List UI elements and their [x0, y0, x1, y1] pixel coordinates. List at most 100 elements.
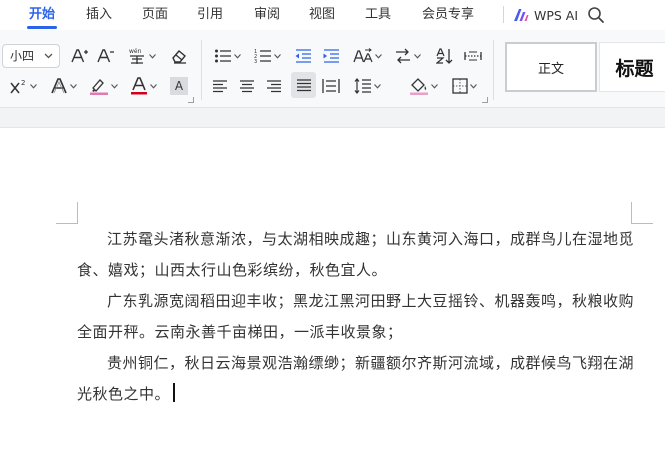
wps-ai-icon	[514, 9, 529, 21]
svg-text:2: 2	[21, 79, 25, 87]
chevron-down-icon	[413, 53, 421, 59]
phonetic-guide-button[interactable]: wén	[126, 44, 156, 68]
shading-color-bar	[409, 92, 428, 95]
chevron-down-icon	[44, 53, 53, 59]
font-color-bar	[130, 92, 147, 95]
chevron-down-icon	[148, 53, 156, 59]
text-effects-button[interactable]	[48, 74, 78, 98]
group-separator	[493, 40, 494, 100]
bullet-list-icon	[214, 49, 231, 63]
line-spacing-button[interactable]	[352, 74, 382, 98]
chevron-down-icon	[430, 83, 438, 89]
chevron-down-icon	[273, 53, 281, 59]
align-left-icon	[213, 80, 227, 93]
paragraph-marks-icon	[464, 51, 482, 61]
tab-view[interactable]: 视图	[309, 0, 335, 30]
chevron-down-icon	[469, 83, 477, 89]
document-page[interactable]: 江苏鼋头渚秋意渐浓，与太湖相映成趣；山东黄河入海口，成群鸟儿在湿地觅食、嬉戏；山…	[0, 129, 665, 455]
clear-format-button[interactable]	[168, 44, 190, 68]
character-shading-button[interactable]: A	[169, 74, 189, 98]
chevron-down-icon	[69, 83, 77, 89]
tab-tools[interactable]: 工具	[365, 0, 391, 30]
increase-indent-icon	[323, 49, 339, 63]
change-case-button[interactable]	[352, 44, 382, 68]
align-center-icon	[240, 80, 254, 93]
paragraph[interactable]: 广东乳源宽阔稻田迎丰收；黑龙江黑河田野上大豆摇铃、机器轰鸣，秋粮收购全面开秤。云…	[77, 286, 635, 348]
tab-insert[interactable]: 插入	[86, 0, 112, 30]
line-spacing-icon	[354, 78, 371, 94]
text-direction-button[interactable]	[392, 44, 422, 68]
font-color-button[interactable]	[128, 74, 158, 98]
style-heading[interactable]: 标题	[599, 42, 665, 92]
style-normal-label: 正文	[537, 61, 564, 77]
font-size-select[interactable]: 小四	[2, 44, 60, 68]
paragraph[interactable]: 贵州铜仁，秋日云海景观浩瀚缥缈；新疆额尔齐斯河流域，成群候鸟飞翔在湖光秋色之中。	[77, 348, 635, 410]
align-right-button[interactable]	[263, 74, 285, 98]
document-top-gap	[0, 108, 665, 128]
chevron-down-icon	[110, 83, 118, 89]
character-shading-icon: A	[170, 77, 188, 95]
group-separator	[201, 40, 202, 100]
shrink-font-button[interactable]	[96, 44, 116, 68]
border-icon	[451, 78, 468, 94]
phonetic-guide-icon: wén	[129, 48, 144, 64]
align-left-button[interactable]	[209, 74, 231, 98]
grow-font-button[interactable]	[70, 44, 90, 68]
bullet-list-button[interactable]	[212, 44, 242, 68]
decrease-indent-icon	[295, 49, 311, 63]
shading-button[interactable]	[408, 74, 438, 98]
wps-ai-label: WPS AI	[534, 7, 579, 23]
paragraph-dialog-launcher[interactable]	[482, 97, 488, 103]
text-cursor	[173, 383, 176, 402]
svg-text:3: 3	[254, 59, 257, 64]
tab-divider	[503, 6, 504, 23]
document-body[interactable]: 江苏鼋头渚秋意渐浓，与太湖相映成趣；山东黄河入海口，成群鸟儿在湿地觅食、嬉戏；山…	[77, 224, 635, 410]
tab-page[interactable]: 页面	[142, 0, 168, 30]
chevron-down-icon	[373, 83, 381, 89]
borders-button[interactable]	[449, 74, 479, 98]
highlight-button[interactable]	[88, 74, 118, 98]
show-marks-button[interactable]	[462, 44, 484, 68]
chevron-down-icon	[374, 53, 382, 59]
distributed-align-icon	[322, 79, 340, 93]
style-gallery: 正文 标题	[502, 42, 665, 92]
numbered-list-icon: 1 2 3	[254, 49, 271, 64]
text-effect-icon	[50, 78, 67, 94]
paint-bucket-icon	[409, 78, 428, 95]
highlighter-icon	[89, 79, 108, 95]
ribbon-tab-bar: 开始 插入 页面 引用 审阅 视图 工具 会员专享 WPS AI	[0, 0, 665, 30]
tab-review[interactable]: 审阅	[254, 0, 280, 30]
eraser-icon	[172, 50, 186, 64]
font-color-icon	[130, 77, 147, 95]
wps-ai-button[interactable]: WPS AI	[513, 0, 578, 30]
decrease-indent-button[interactable]	[292, 44, 314, 68]
text-direction-icon	[395, 48, 410, 64]
active-tab-indicator	[27, 26, 57, 29]
distributed-align-button[interactable]	[320, 74, 342, 98]
superscript-icon: 2	[9, 79, 25, 94]
chevron-down-icon	[29, 83, 37, 89]
justify-button[interactable]	[291, 72, 316, 98]
style-heading-label: 标题	[615, 57, 654, 80]
font-size-value: 小四	[10, 49, 35, 63]
search-icon	[588, 7, 604, 23]
paragraph[interactable]: 江苏鼋头渚秋意渐浓，与太湖相映成趣；山东黄河入海口，成群鸟儿在湿地觅食、嬉戏；山…	[77, 224, 635, 286]
sort-button[interactable]	[434, 44, 456, 68]
paragraph-text: 贵州铜仁，秋日云海景观浩瀚缥缈；新疆额尔齐斯河流域，成群候鸟飞翔在湖光秋色之中。	[77, 354, 635, 403]
superscript-button[interactable]: 2	[8, 74, 38, 98]
grow-font-icon	[71, 49, 88, 63]
style-normal[interactable]: 正文	[505, 42, 597, 92]
numbered-list-button[interactable]: 1 2 3	[252, 44, 282, 68]
tab-references[interactable]: 引用	[197, 0, 223, 30]
change-case-icon	[352, 48, 373, 63]
sort-icon	[436, 48, 453, 64]
search-button[interactable]	[586, 5, 606, 25]
font-dialog-launcher[interactable]	[188, 97, 194, 103]
margin-corner-mark	[631, 202, 653, 224]
increase-indent-button[interactable]	[320, 44, 342, 68]
chevron-down-icon	[233, 53, 241, 59]
tab-member[interactable]: 会员专享	[422, 0, 474, 30]
align-right-icon	[267, 80, 281, 93]
svg-text:wén: wén	[129, 48, 142, 55]
align-center-button[interactable]	[236, 74, 258, 98]
